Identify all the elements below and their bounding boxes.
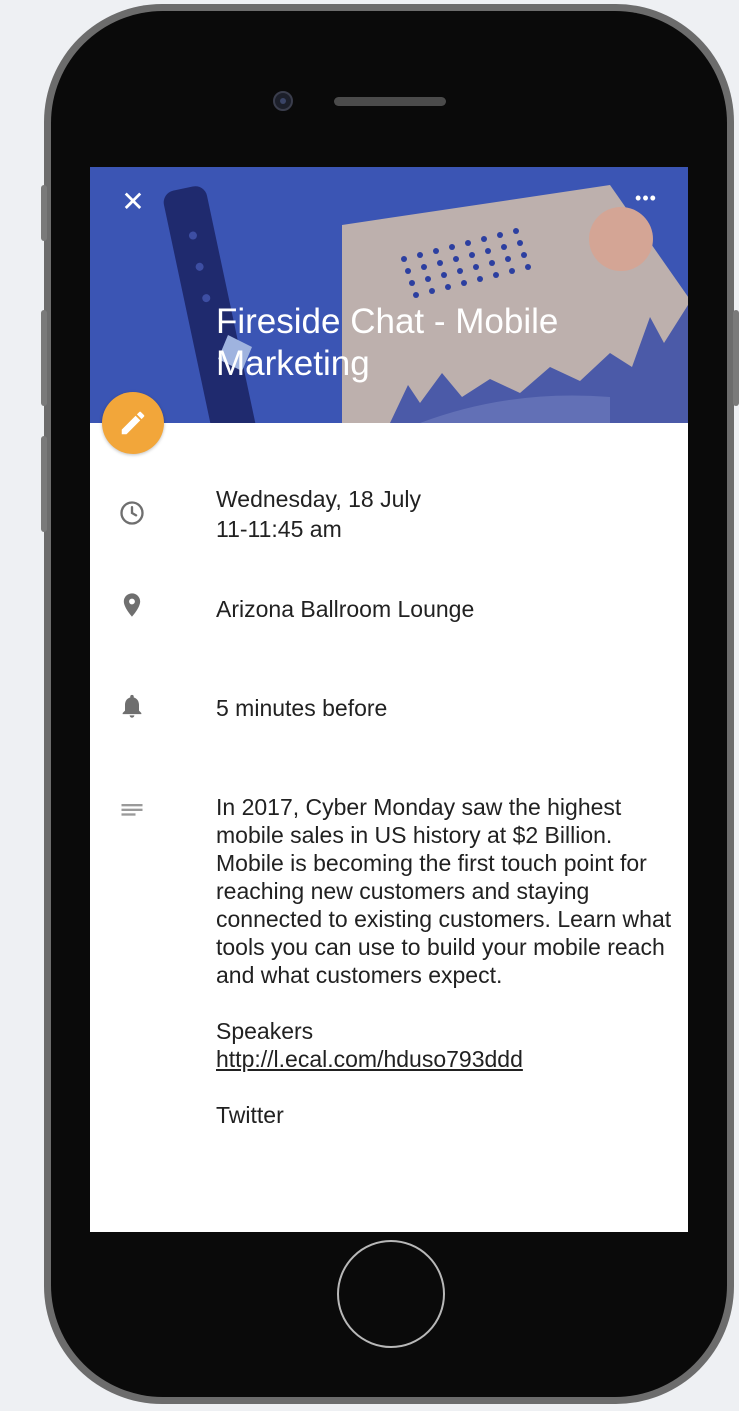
more-options-button[interactable]: ••• [628, 183, 664, 213]
notes-icon [121, 804, 143, 816]
event-title: Fireside Chat - Mobile Marketing [216, 302, 559, 383]
description-text: In 2017, Cyber Monday saw the highest mo… [216, 794, 672, 988]
close-icon: ✕ [121, 186, 145, 217]
earpiece-speaker [334, 97, 446, 106]
speakers-label: Speakers [216, 1018, 314, 1044]
event-header: ✕ ••• Fireside Chat - Mobile Marketing [90, 167, 688, 423]
front-camera [273, 91, 293, 111]
mute-switch [41, 185, 47, 241]
event-reminder: 5 minutes before [216, 695, 388, 721]
event-date: Wednesday, 18 July [216, 486, 421, 512]
home-button[interactable] [337, 1240, 445, 1348]
close-button[interactable]: ✕ [118, 187, 148, 217]
more-icon: ••• [635, 188, 657, 208]
bell-icon [122, 694, 142, 718]
event-description: In 2017, Cyber Monday saw the highest mo… [216, 793, 676, 1129]
pencil-icon [121, 411, 145, 435]
speakers-link[interactable]: http://l.ecal.com/hduso793ddd [216, 1046, 523, 1072]
volume-down-button [41, 436, 47, 532]
event-detail-screen: ✕ ••• Fireside Chat - Mobile Marketing W… [90, 167, 688, 1232]
power-button [733, 310, 739, 406]
clock-icon [120, 501, 144, 525]
twitter-label: Twitter [216, 1102, 284, 1128]
edit-button[interactable] [102, 392, 164, 454]
location-pin-icon [123, 593, 141, 617]
event-location: Arizona Ballroom Lounge [216, 596, 475, 622]
volume-up-button [41, 310, 47, 406]
event-time: 11-11:45 am [216, 516, 342, 542]
